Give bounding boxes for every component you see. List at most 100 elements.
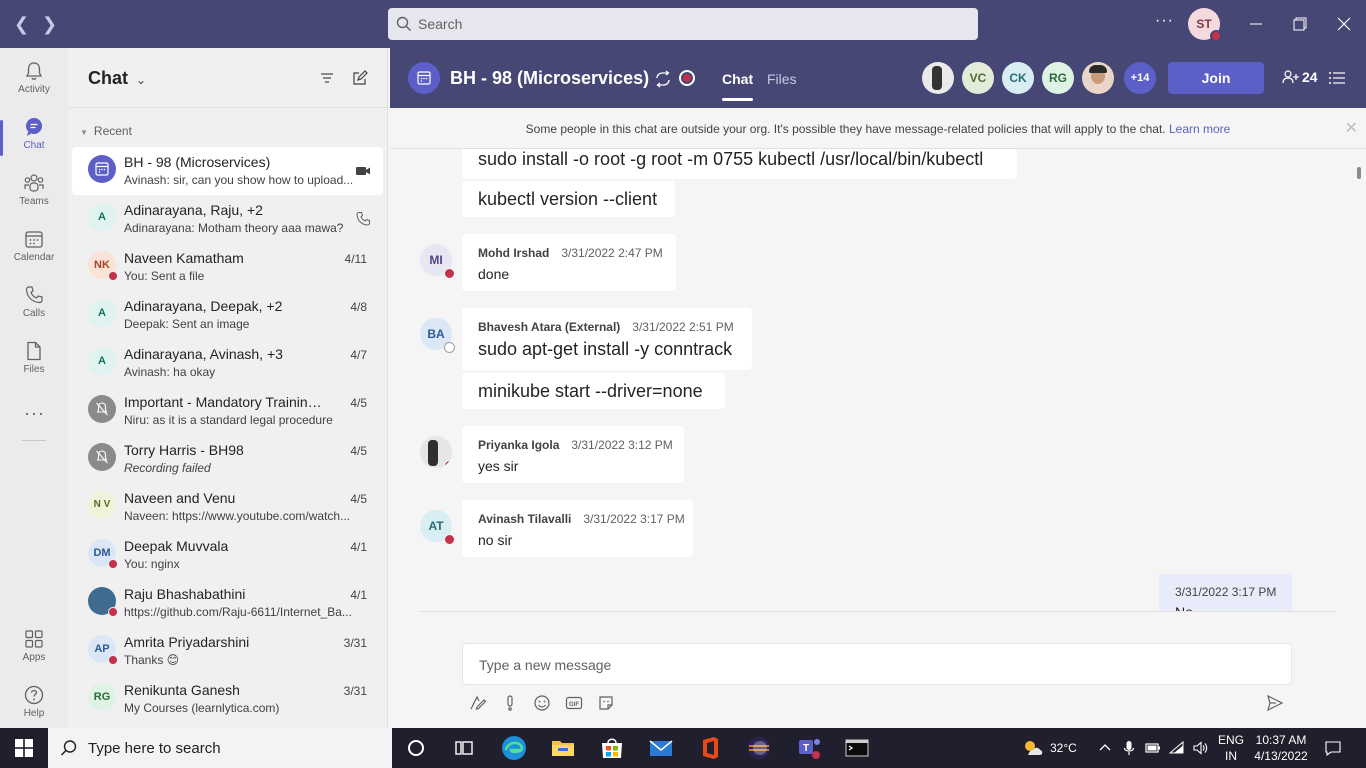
windows-taskbar: Type here to search T 32°C ENG IN 10:37 …	[0, 728, 1366, 768]
task-view-icon[interactable]	[450, 734, 478, 762]
chat-list-item[interactable]: BH - 98 (Microservices) Avinash: sir, ca…	[72, 147, 383, 195]
rail-item-chat[interactable]: Chat	[0, 112, 68, 168]
chat-list-item[interactable]: NK Naveen Kamatham You: Sent a file 4/11	[72, 243, 383, 291]
cortana-icon[interactable]	[402, 734, 430, 762]
join-button[interactable]: Join	[1168, 62, 1264, 94]
more-participants-badge[interactable]: +14	[1124, 62, 1156, 94]
participant-avatar[interactable]: CK	[1002, 62, 1034, 94]
avatar[interactable]: AT	[420, 510, 455, 545]
scrollbar-thumb[interactable]	[1357, 167, 1361, 179]
chat-list-item[interactable]: Important - Mandatory Training o... Niru…	[72, 387, 383, 435]
chevron-up-icon[interactable]	[1097, 740, 1113, 756]
learn-more-link[interactable]: Learn more	[1169, 122, 1230, 136]
message-bubble[interactable]: minikube start --driver=none	[462, 373, 725, 409]
rail-item-apps[interactable]: Apps	[0, 624, 68, 680]
clock-time[interactable]: 10:37 AM	[1254, 733, 1308, 747]
chat-list-item[interactable]: RG Renikunta Ganesh My Courses (learnlyt…	[72, 675, 383, 723]
chat-list-item[interactable]: N V Naveen and Venu Naveen: https://www.…	[72, 483, 383, 531]
chat-list-item[interactable]: A Adinarayana, Avinash, +3 Avinash: ha o…	[72, 339, 383, 387]
tab-chat[interactable]: Chat	[722, 71, 754, 101]
chat-date: 4/8	[350, 300, 367, 314]
search-input[interactable]: Search	[388, 8, 978, 40]
list-icon[interactable]	[1328, 70, 1346, 86]
participants-button[interactable]: 24	[1282, 69, 1318, 85]
help-icon	[24, 685, 44, 705]
wifi-icon[interactable]	[1169, 740, 1185, 756]
sticker-icon[interactable]	[597, 694, 615, 712]
rail-label-calls: Calls	[22, 308, 46, 319]
message-time: 3/31/2022 3:12 PM	[571, 438, 673, 452]
more-options-icon[interactable]: ···	[1155, 12, 1174, 30]
message-bubble[interactable]: sudo install -o root -g root -m 0755 kub…	[462, 149, 1017, 179]
forward-arrow-icon[interactable]: ❯	[42, 14, 57, 34]
emoji-icon[interactable]	[533, 694, 551, 712]
teams-app-icon[interactable]: T	[795, 734, 823, 762]
restore-icon[interactable]	[1288, 12, 1312, 36]
user-avatar[interactable]: ST	[1188, 8, 1222, 42]
rail-item-activity[interactable]: Activity	[0, 56, 68, 112]
gif-icon[interactable]: GIF	[565, 694, 583, 712]
terminal-icon[interactable]	[843, 734, 871, 762]
message-bubble[interactable]: Mohd Irshad 3/31/2022 2:47 PM done	[462, 234, 676, 291]
message-author: Priyanka Igola	[478, 438, 560, 452]
message-bubble[interactable]: Bhavesh Atara (External) 3/31/2022 2:51 P…	[462, 308, 752, 370]
send-icon[interactable]	[1266, 694, 1284, 712]
avatar[interactable]: MI	[420, 244, 455, 279]
chat-list-item[interactable]: Torry Harris - BH98 Recording failed 4/5	[72, 435, 383, 483]
avatar[interactable]: BA	[420, 318, 455, 353]
battery-icon[interactable]	[1145, 740, 1161, 756]
busy-status-icon	[108, 655, 118, 665]
participant-photo-avatar[interactable]	[922, 62, 954, 94]
rail-item-calendar[interactable]: Calendar	[0, 224, 68, 280]
language-code[interactable]: ENG	[1218, 733, 1244, 747]
format-icon[interactable]	[469, 694, 487, 712]
chat-list-item[interactable]: Raju Bhashabathini https://github.com/Ra…	[72, 579, 383, 627]
more-apps-icon[interactable]: ···	[24, 403, 45, 424]
taskbar-search-input[interactable]: Type here to search	[48, 728, 392, 768]
eclipse-icon[interactable]	[745, 734, 773, 762]
message-time: 3/31/2022 3:17 PM	[1175, 585, 1277, 599]
chat-list-item[interactable]: A Adinarayana, Deepak, +2 Deepak: Sent a…	[72, 291, 383, 339]
close-icon[interactable]: ✕	[1345, 108, 1358, 150]
sync-icon[interactable]	[654, 70, 672, 88]
chat-list-item[interactable]: AP Amrita Priyadarshini Thanks 😊 3/31	[72, 627, 383, 675]
file-explorer-icon[interactable]	[549, 734, 577, 762]
message-bubble[interactable]: Avinash Tilavalli 3/31/2022 3:17 PM no si…	[462, 500, 693, 557]
close-icon[interactable]	[1332, 12, 1356, 36]
chat-list-title[interactable]: Chat ⌄	[88, 68, 146, 89]
participant-avatar[interactable]: VC	[962, 62, 994, 94]
weather-icon[interactable]	[1022, 738, 1044, 758]
rail-item-files[interactable]: Files	[0, 336, 68, 392]
rail-item-calls[interactable]: Calls	[0, 280, 68, 336]
mail-icon[interactable]	[647, 734, 675, 762]
participant-avatar[interactable]: RG	[1042, 62, 1074, 94]
windows-start-icon[interactable]	[15, 739, 33, 757]
own-message-bubble[interactable]: 3/31/2022 3:17 PM No	[1159, 574, 1292, 611]
compose-box[interactable]: Type a new message	[462, 643, 1292, 685]
rail-item-teams[interactable]: Teams	[0, 168, 68, 224]
volume-icon[interactable]	[1192, 740, 1208, 756]
chat-list-item[interactable]: DM Deepak Muvvala You: nginx 4/1	[72, 531, 383, 579]
store-icon[interactable]	[598, 734, 626, 762]
participant-initials: RG	[1049, 71, 1067, 85]
new-chat-icon[interactable]	[352, 70, 368, 86]
notification-icon[interactable]	[1325, 740, 1341, 756]
office-icon[interactable]	[696, 734, 724, 762]
participants-count: 24	[1302, 69, 1318, 85]
recent-section-header[interactable]: ▼ Recent	[80, 124, 132, 138]
filter-icon[interactable]	[319, 70, 335, 86]
chat-preview: Thanks 😊	[124, 653, 180, 667]
weather-temperature: 32°C	[1050, 741, 1077, 755]
message-bubble[interactable]: kubectl version --client	[462, 181, 675, 217]
photo-avatar[interactable]	[420, 436, 452, 468]
participant-photo-avatar[interactable]	[1082, 62, 1114, 94]
user-initials: ST	[1196, 17, 1212, 31]
chat-list-item[interactable]: A Adinarayana, Raju, +2 Adinarayana: Mot…	[72, 195, 383, 243]
minimize-icon[interactable]	[1244, 12, 1268, 36]
important-icon[interactable]	[501, 694, 519, 712]
edge-icon[interactable]	[500, 734, 528, 762]
tab-files[interactable]: Files	[767, 71, 797, 87]
microphone-icon[interactable]	[1121, 740, 1137, 756]
back-arrow-icon[interactable]: ❮	[14, 14, 29, 34]
message-bubble[interactable]: Priyanka Igola 3/31/2022 3:12 PM yes sir	[462, 426, 684, 483]
